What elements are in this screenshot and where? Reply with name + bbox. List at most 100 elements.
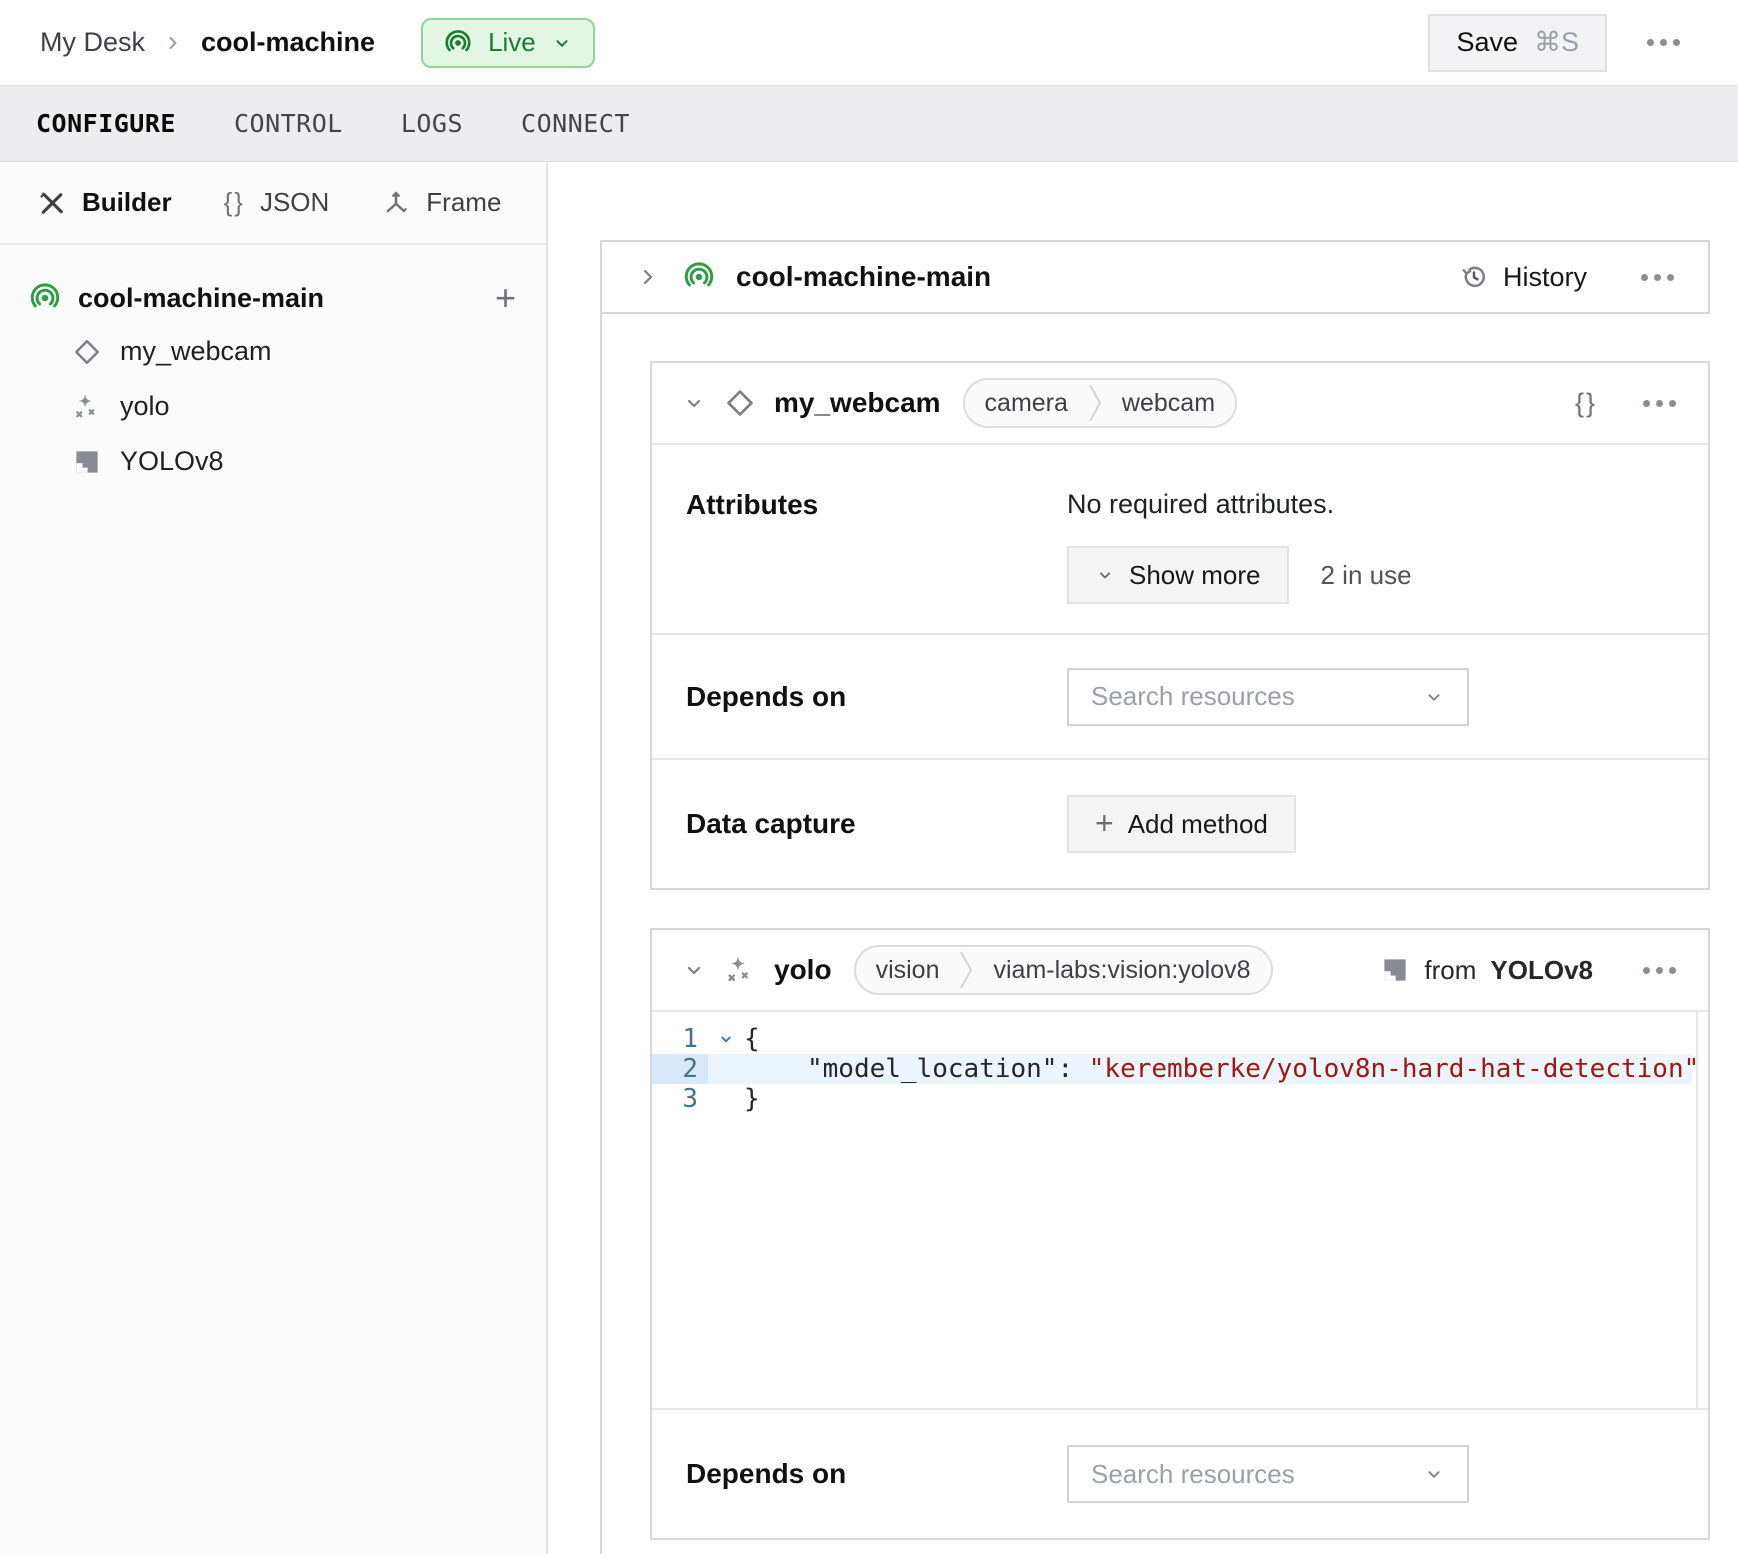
component-card-my-webcam: my_webcam camera webcam {} bbox=[650, 361, 1710, 890]
component-type-pill: camera webcam bbox=[963, 378, 1237, 428]
module-icon bbox=[72, 447, 102, 477]
code-line-1: 1 { bbox=[652, 1024, 1708, 1054]
status-badge-label: Live bbox=[488, 27, 536, 58]
save-button[interactable]: Save ⌘S bbox=[1428, 14, 1607, 72]
config-sidebar: Builder {} JSON Frame bbox=[0, 162, 548, 1554]
view-tab-frame[interactable]: Frame bbox=[381, 187, 501, 218]
history-button[interactable]: History bbox=[1459, 262, 1587, 293]
collapse-chevron-icon[interactable] bbox=[682, 958, 706, 982]
from-prefix: from bbox=[1424, 955, 1476, 986]
component-model: webcam bbox=[1102, 389, 1235, 418]
config-view-switcher: Builder {} JSON Frame bbox=[0, 162, 546, 245]
code-line-2-highlighted: 2 "model_location": "keremberke/yolov8n-… bbox=[652, 1054, 1708, 1084]
attributes-label: Attributes bbox=[686, 445, 1067, 633]
history-label: History bbox=[1503, 262, 1587, 293]
resource-tree: cool-machine-main + my_webcam bbox=[0, 245, 546, 489]
my-webcam-more-options-button[interactable] bbox=[1633, 390, 1686, 417]
show-more-button[interactable]: Show more bbox=[1067, 546, 1289, 604]
tree-item-label: my_webcam bbox=[120, 336, 272, 367]
json-string-value: "keremberke/yolov8n-hard-hat-detection" bbox=[1089, 1054, 1699, 1084]
service-type-pill: vision viam-labs:vision:yolov8 bbox=[854, 945, 1273, 995]
plus-icon: + bbox=[1095, 807, 1114, 839]
fold-chevron-icon[interactable] bbox=[708, 1024, 744, 1054]
top-bar: My Desk cool-machine Live Save ⌘S bbox=[0, 0, 1738, 86]
component-title: my_webcam bbox=[774, 387, 941, 419]
chevron-down-icon bbox=[1423, 686, 1445, 708]
machine-nav-tabs: CONFIGURE CONTROL LOGS CONNECT bbox=[0, 86, 1738, 162]
show-more-label: Show more bbox=[1129, 560, 1261, 591]
attributes-in-use-count: 2 in use bbox=[1321, 560, 1412, 591]
chevron-down-icon bbox=[1423, 1463, 1445, 1485]
view-tab-builder[interactable]: Builder bbox=[37, 187, 172, 218]
save-label: Save bbox=[1456, 27, 1518, 58]
live-broadcast-icon bbox=[682, 260, 716, 294]
depends-on-placeholder: Search resources bbox=[1091, 1459, 1295, 1490]
add-method-label: Add method bbox=[1128, 809, 1268, 840]
vision-service-icon bbox=[724, 954, 756, 986]
expand-chevron-icon[interactable] bbox=[636, 265, 660, 289]
pill-divider bbox=[959, 947, 973, 993]
live-broadcast-icon bbox=[28, 281, 62, 315]
camera-component-icon bbox=[72, 337, 102, 367]
from-module-group: from YOLOv8 bbox=[1380, 955, 1593, 986]
edit-json-icon[interactable]: {} bbox=[1575, 388, 1597, 419]
machine-config-page: My Desk cool-machine Live Save ⌘S bbox=[0, 0, 1738, 1554]
pill-divider bbox=[1088, 380, 1102, 426]
chevron-right-icon bbox=[163, 33, 183, 53]
tree-root-label: cool-machine-main bbox=[78, 283, 324, 314]
tab-control[interactable]: CONTROL bbox=[234, 109, 343, 138]
attributes-section: Attributes No required attributes. Show … bbox=[652, 445, 1708, 635]
add-resource-button[interactable]: + bbox=[495, 280, 516, 316]
depends-on-section: Depends on Search resources bbox=[652, 635, 1708, 760]
code-text: } bbox=[744, 1084, 760, 1114]
data-capture-label: Data capture bbox=[686, 808, 1067, 840]
tree-item-machine-part[interactable]: cool-machine-main + bbox=[0, 272, 546, 324]
tree-item-my-webcam[interactable]: my_webcam bbox=[0, 324, 546, 379]
code-text: { bbox=[744, 1024, 760, 1054]
module-icon bbox=[1380, 955, 1410, 985]
view-tab-builder-label: Builder bbox=[82, 187, 172, 218]
line-number: 2 bbox=[652, 1054, 708, 1084]
breadcrumb: My Desk cool-machine bbox=[40, 27, 375, 58]
view-tab-json[interactable]: {} JSON bbox=[224, 187, 330, 218]
service-type: vision bbox=[856, 956, 960, 985]
machine-status-dropdown[interactable]: Live bbox=[421, 18, 595, 68]
my-webcam-card-header: my_webcam camera webcam {} bbox=[652, 363, 1708, 445]
tools-icon bbox=[37, 188, 67, 218]
config-main-panel: cool-machine-main History bbox=[548, 162, 1738, 1554]
machine-part-card: cool-machine-main History bbox=[600, 240, 1710, 314]
tree-item-yolov8-module[interactable]: YOLOv8 bbox=[0, 434, 546, 489]
history-icon bbox=[1459, 262, 1489, 292]
code-line-3: 3 } bbox=[652, 1084, 1708, 1114]
service-card-yolo: yolo vision viam-labs:vision:yolov8 bbox=[650, 928, 1710, 1540]
tab-configure[interactable]: CONFIGURE bbox=[36, 109, 176, 138]
collapse-chevron-icon[interactable] bbox=[682, 391, 706, 415]
add-method-button[interactable]: + Add method bbox=[1067, 795, 1296, 853]
yolo-depends-on-section: Depends on Search resources bbox=[652, 1410, 1708, 1538]
tree-item-yolo[interactable]: yolo bbox=[0, 379, 546, 434]
depends-on-placeholder: Search resources bbox=[1091, 681, 1295, 712]
tree-item-label: yolo bbox=[120, 391, 170, 422]
line-number: 3 bbox=[652, 1084, 708, 1114]
depends-on-select[interactable]: Search resources bbox=[1067, 668, 1469, 726]
frame-axes-icon bbox=[381, 188, 411, 218]
component-type: camera bbox=[965, 389, 1088, 418]
machine-part-title: cool-machine-main bbox=[736, 261, 991, 293]
yolo-more-options-button[interactable] bbox=[1633, 957, 1686, 984]
tree-indent-guide bbox=[600, 314, 602, 1554]
tab-connect[interactable]: CONNECT bbox=[521, 109, 630, 138]
line-number: 1 bbox=[652, 1024, 708, 1054]
breadcrumb-machine-name: cool-machine bbox=[201, 27, 375, 58]
json-attributes-editor[interactable]: 1 { 2 "model_ bbox=[652, 1012, 1708, 1410]
yolo-depends-on-select[interactable]: Search resources bbox=[1067, 1445, 1469, 1503]
editor-scrollbar-track bbox=[1696, 1012, 1698, 1408]
vision-service-icon bbox=[72, 392, 102, 422]
data-capture-section: Data capture + Add method bbox=[652, 760, 1708, 888]
tree-item-label: YOLOv8 bbox=[120, 446, 224, 477]
more-options-button[interactable] bbox=[1637, 29, 1690, 56]
from-module-link[interactable]: YOLOv8 bbox=[1490, 955, 1593, 986]
tab-logs[interactable]: LOGS bbox=[401, 109, 463, 138]
view-tab-json-label: JSON bbox=[260, 187, 329, 218]
machine-more-options-button[interactable] bbox=[1631, 264, 1674, 291]
breadcrumb-parent-link[interactable]: My Desk bbox=[40, 27, 145, 58]
